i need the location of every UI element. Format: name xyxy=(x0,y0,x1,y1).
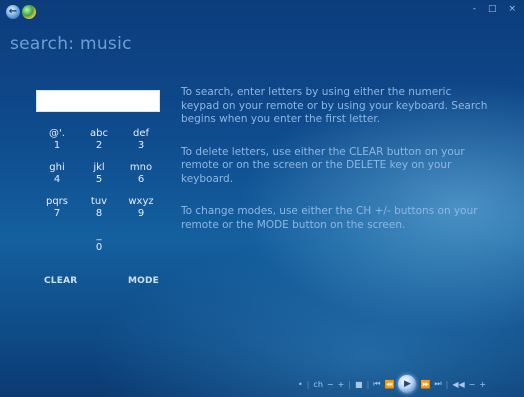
separator: | xyxy=(366,379,370,389)
window-controls: - □ × xyxy=(473,4,516,14)
instruction-delete: To delete letters, use either the CLEAR … xyxy=(181,145,465,185)
windows-start-orb-icon[interactable] xyxy=(22,5,36,19)
key-digit: 6 xyxy=(137,174,145,185)
key-3[interactable]: def 3 xyxy=(120,128,162,152)
play-icon[interactable]: ▶ xyxy=(398,375,417,393)
key-digit: 7 xyxy=(53,208,61,219)
key-digit: 3 xyxy=(137,140,145,151)
transport-controls: • | ch − + | ■ | ⏮ ⏪ ▶ ⏩ ⏭ | ◀◀ − + xyxy=(298,375,486,393)
channel-up-button[interactable]: + xyxy=(338,380,345,389)
volume-up-button[interactable]: + xyxy=(479,380,486,389)
key-digit: 1 xyxy=(53,140,61,151)
next-track-icon[interactable]: ⏭ xyxy=(434,379,441,389)
page-title: search: music xyxy=(10,34,132,54)
dot-icon[interactable]: • xyxy=(298,380,303,389)
key-letters: jkl xyxy=(93,162,105,173)
volume-mute-icon[interactable]: ◀◀ xyxy=(452,380,464,389)
key-letters: def xyxy=(132,128,150,139)
stop-icon[interactable]: ■ xyxy=(355,380,363,389)
instructions-panel: To search, enter letters by using either… xyxy=(181,86,491,232)
volume-down-button[interactable]: − xyxy=(469,380,476,389)
separator: | xyxy=(445,379,449,389)
back-arrow-icon[interactable]: ← xyxy=(6,5,20,19)
key-letters: _ xyxy=(96,230,102,241)
rewind-icon[interactable]: ⏪ xyxy=(384,380,394,389)
key-0[interactable]: _ 0 xyxy=(78,230,120,254)
key-digit: 9 xyxy=(137,208,145,219)
key-7[interactable]: pqrs 7 xyxy=(36,196,78,220)
mode-button[interactable]: MODE xyxy=(128,276,159,286)
key-9[interactable]: wxyz 9 xyxy=(120,196,162,220)
separator: | xyxy=(306,379,310,389)
key-2[interactable]: abc 2 xyxy=(78,128,120,152)
key-letters: @'. xyxy=(49,128,65,139)
restore-icon[interactable]: □ xyxy=(488,4,497,14)
key-6[interactable]: mno 6 xyxy=(120,162,162,186)
key-5[interactable]: jkl 5 xyxy=(78,162,120,186)
key-letters: abc xyxy=(90,128,108,139)
clear-button[interactable]: CLEAR xyxy=(44,276,77,286)
key-8[interactable]: tuv 8 xyxy=(78,196,120,220)
key-digit: 4 xyxy=(53,174,61,185)
close-icon[interactable]: × xyxy=(508,4,516,14)
minimize-icon[interactable]: - xyxy=(473,4,476,14)
key-digit: 2 xyxy=(95,140,103,151)
channel-label: ch xyxy=(313,379,323,389)
key-1[interactable]: @'. 1 xyxy=(36,128,78,152)
channel-down-button[interactable]: − xyxy=(327,380,334,389)
previous-track-icon[interactable]: ⏮ xyxy=(373,379,380,389)
separator: | xyxy=(348,379,351,389)
instruction-search: To search, enter letters by using either… xyxy=(181,86,488,125)
fast-forward-icon[interactable]: ⏩ xyxy=(420,380,430,389)
key-letters: mno xyxy=(129,162,153,173)
top-left-controls: ← xyxy=(6,5,36,19)
search-input[interactable] xyxy=(36,90,160,112)
key-digit: 0 xyxy=(95,242,103,253)
key-digit: 8 xyxy=(95,208,103,219)
key-letters: tuv xyxy=(90,196,108,207)
instruction-mode: To change modes, use either the CH +/- b… xyxy=(181,205,478,231)
key-4[interactable]: ghi 4 xyxy=(36,162,78,186)
key-letters: wxyz xyxy=(128,196,154,207)
key-digit: 5 xyxy=(95,174,103,185)
key-letters: ghi xyxy=(49,162,65,173)
key-letters: pqrs xyxy=(45,196,69,207)
